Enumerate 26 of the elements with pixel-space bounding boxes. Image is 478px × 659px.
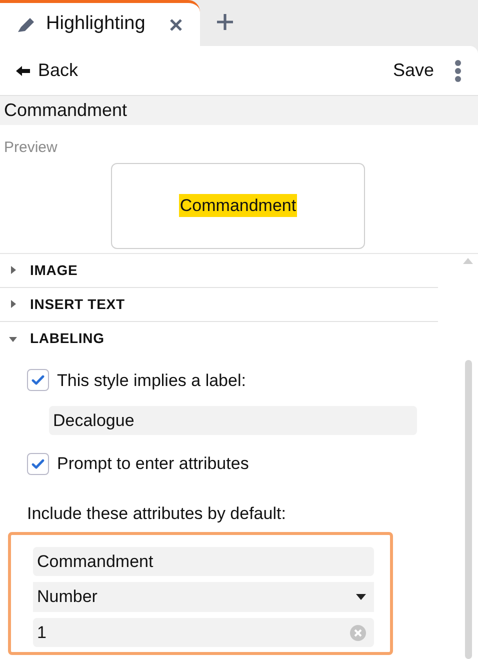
attribute-name-field[interactable]: Commandment [33,547,374,576]
scrollbar-thumb[interactable] [464,360,472,659]
checkbox-label: This style implies a label: [57,370,246,392]
defaults-heading: Include these attributes by default: [27,502,286,524]
highlighted-text: Commandment [178,194,298,217]
checkbox[interactable] [27,369,49,392]
style-name-bar: Commandment [0,96,478,125]
dropdown-caret-icon [356,594,366,600]
caret-right-icon [8,265,18,275]
section-header[interactable]: LABELING [0,322,438,356]
more-options-icon[interactable] [454,58,462,82]
checkbox-label: Prompt to enter attributes [57,453,249,475]
checkbox[interactable] [27,452,49,475]
caret-right-icon [8,299,18,309]
attribute-value-field[interactable]: 1 [33,618,374,647]
back-button[interactable]: Back [16,57,78,84]
section-header[interactable]: INSERT TEXT [0,288,438,322]
save-button[interactable]: Save [392,57,434,84]
label-field[interactable]: Decalogue [49,406,417,435]
tab[interactable]: Highlighting [0,0,200,46]
section-header[interactable]: IMAGE [0,254,438,288]
preview-label: Preview [3,138,58,158]
add-tab-icon[interactable] [216,13,234,31]
attribute-type-dropdown[interactable]: Number [33,582,374,612]
close-icon[interactable] [169,18,184,32]
left-arrow-icon [16,64,30,76]
